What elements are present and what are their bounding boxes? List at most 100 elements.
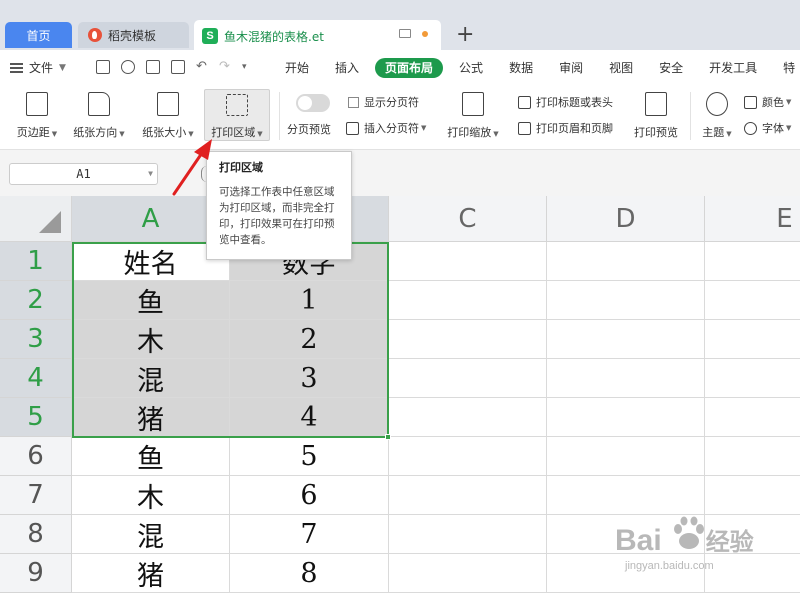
print-preview-button[interactable]: 打印预览 bbox=[628, 88, 684, 140]
print-scale-button[interactable]: 打印缩放 ▼ bbox=[442, 88, 504, 140]
cell[interactable] bbox=[705, 281, 800, 320]
cell[interactable] bbox=[705, 437, 800, 476]
row-header[interactable]: 3 bbox=[0, 320, 72, 359]
cell-b9[interactable]: 8 bbox=[230, 554, 389, 593]
customize-chevron-icon[interactable]: ▾ bbox=[242, 60, 254, 74]
menu-item-page-layout[interactable]: 页面布局 bbox=[375, 58, 444, 78]
cell-a7[interactable]: 木 bbox=[72, 476, 230, 515]
cell[interactable] bbox=[547, 281, 705, 320]
cell[interactable] bbox=[389, 476, 547, 515]
print-titles-button[interactable]: 打印标题或表头 bbox=[518, 94, 613, 110]
fill-handle[interactable] bbox=[385, 434, 391, 440]
cell-b5[interactable]: 4 bbox=[230, 398, 389, 437]
cell-a3[interactable]: 木 bbox=[72, 320, 230, 359]
theme-button[interactable]: 主题 ▼ bbox=[697, 88, 737, 140]
preview-icon[interactable] bbox=[171, 60, 185, 74]
menu-item-security[interactable]: 安全 bbox=[649, 58, 693, 78]
hamburger-icon bbox=[10, 62, 23, 73]
row-header[interactable]: 8 bbox=[0, 515, 72, 554]
print-titles-label: 打印标题或表头 bbox=[536, 96, 613, 109]
cell[interactable] bbox=[389, 242, 547, 281]
orientation-button[interactable]: 纸张方向 ▼ bbox=[68, 88, 130, 140]
show-page-break-label: 显示分页符 bbox=[364, 96, 419, 109]
redo-icon[interactable]: ↷ bbox=[219, 60, 231, 74]
cell[interactable] bbox=[389, 398, 547, 437]
row-header[interactable]: 4 bbox=[0, 359, 72, 398]
menu-item-data[interactable]: 数据 bbox=[499, 58, 543, 78]
cell[interactable] bbox=[547, 398, 705, 437]
cell[interactable] bbox=[389, 320, 547, 359]
cell[interactable] bbox=[705, 398, 800, 437]
print-header-footer-label: 打印页眉和页脚 bbox=[536, 122, 613, 135]
cell[interactable] bbox=[389, 515, 547, 554]
cell[interactable] bbox=[705, 554, 800, 593]
insert-page-break-button[interactable]: 插入分页符 ▼ bbox=[346, 120, 426, 136]
cell-b6[interactable]: 5 bbox=[230, 437, 389, 476]
print-icon[interactable] bbox=[146, 60, 160, 74]
cell[interactable] bbox=[389, 554, 547, 593]
column-header-c[interactable]: C bbox=[389, 196, 547, 242]
cell-a2[interactable]: 鱼 bbox=[72, 281, 230, 320]
cell[interactable] bbox=[389, 281, 547, 320]
cell[interactable] bbox=[705, 476, 800, 515]
row-header[interactable]: 7 bbox=[0, 476, 72, 515]
row-header[interactable]: 9 bbox=[0, 554, 72, 593]
menu-item-review[interactable]: 审阅 bbox=[549, 58, 593, 78]
tab-spreadsheet[interactable]: S 鱼木混猪的表格.et bbox=[194, 20, 441, 52]
cell[interactable] bbox=[705, 359, 800, 398]
cell-b4[interactable]: 3 bbox=[230, 359, 389, 398]
cell[interactable] bbox=[389, 359, 547, 398]
show-page-break-checkbox[interactable]: 显示分页符 bbox=[348, 94, 419, 110]
menu-item-view[interactable]: 视图 bbox=[599, 58, 643, 78]
cell-b2[interactable]: 1 bbox=[230, 281, 389, 320]
cell[interactable] bbox=[547, 320, 705, 359]
column-header-d[interactable]: D bbox=[547, 196, 705, 242]
cell-b7[interactable]: 6 bbox=[230, 476, 389, 515]
menu-item-insert[interactable]: 插入 bbox=[325, 58, 369, 78]
add-tab-button[interactable]: + bbox=[456, 23, 474, 47]
cell-b3[interactable]: 2 bbox=[230, 320, 389, 359]
fonts-button[interactable]: 字体 ▼ bbox=[744, 120, 791, 136]
row-header[interactable]: 1 bbox=[0, 242, 72, 281]
row-header[interactable]: 2 bbox=[0, 281, 72, 320]
page-preview-toggle[interactable] bbox=[296, 94, 330, 112]
row-header[interactable]: 5 bbox=[0, 398, 72, 437]
colors-button[interactable]: 颜色 ▼ bbox=[744, 94, 791, 110]
tab-docer[interactable]: 稻壳模板 bbox=[78, 22, 189, 48]
cell-a8[interactable]: 混 bbox=[72, 515, 230, 554]
cell-b8[interactable]: 7 bbox=[230, 515, 389, 554]
cell[interactable] bbox=[389, 437, 547, 476]
undo-icon[interactable]: ↶ bbox=[196, 60, 208, 74]
select-all-corner[interactable] bbox=[0, 196, 72, 242]
cell[interactable] bbox=[705, 320, 800, 359]
print-header-footer-button[interactable]: 打印页眉和页脚 bbox=[518, 120, 613, 136]
formula-bar: A1 ▼ bbox=[0, 150, 800, 196]
menu-item-special[interactable]: 特 bbox=[773, 58, 800, 78]
cell[interactable] bbox=[547, 476, 705, 515]
cell-a9[interactable]: 猪 bbox=[72, 554, 230, 593]
paper-size-button[interactable]: 纸张大小 ▼ bbox=[137, 88, 199, 140]
cell[interactable] bbox=[547, 359, 705, 398]
tab-home[interactable]: 首页 bbox=[5, 22, 72, 48]
print-area-button[interactable]: 打印区域 ▼ bbox=[204, 89, 270, 141]
cell[interactable] bbox=[547, 242, 705, 281]
column-header-e[interactable]: E bbox=[705, 196, 800, 242]
file-menu[interactable]: 文件 ▼ bbox=[10, 59, 66, 76]
menu-item-developer[interactable]: 开发工具 bbox=[699, 58, 767, 78]
menu-item-formula[interactable]: 公式 bbox=[449, 58, 493, 78]
insert-page-break-label: 插入分页符 bbox=[364, 122, 419, 135]
link-icon[interactable] bbox=[121, 60, 135, 74]
cell[interactable] bbox=[705, 242, 800, 281]
page-preview-label[interactable]: 分页预览 bbox=[287, 121, 331, 137]
cell-a4[interactable]: 混 bbox=[72, 359, 230, 398]
margins-button[interactable]: 页边距 ▼ bbox=[10, 88, 64, 140]
cell-a5[interactable]: 猪 bbox=[72, 398, 230, 437]
dropdown-arrow-icon: ▼ bbox=[786, 98, 792, 106]
name-box[interactable]: A1 ▼ bbox=[9, 163, 158, 185]
monitor-icon[interactable] bbox=[399, 29, 411, 38]
row-header[interactable]: 6 bbox=[0, 437, 72, 476]
menu-item-start[interactable]: 开始 bbox=[275, 58, 319, 78]
cell[interactable] bbox=[547, 437, 705, 476]
save-icon[interactable] bbox=[96, 60, 110, 74]
cell-a6[interactable]: 鱼 bbox=[72, 437, 230, 476]
